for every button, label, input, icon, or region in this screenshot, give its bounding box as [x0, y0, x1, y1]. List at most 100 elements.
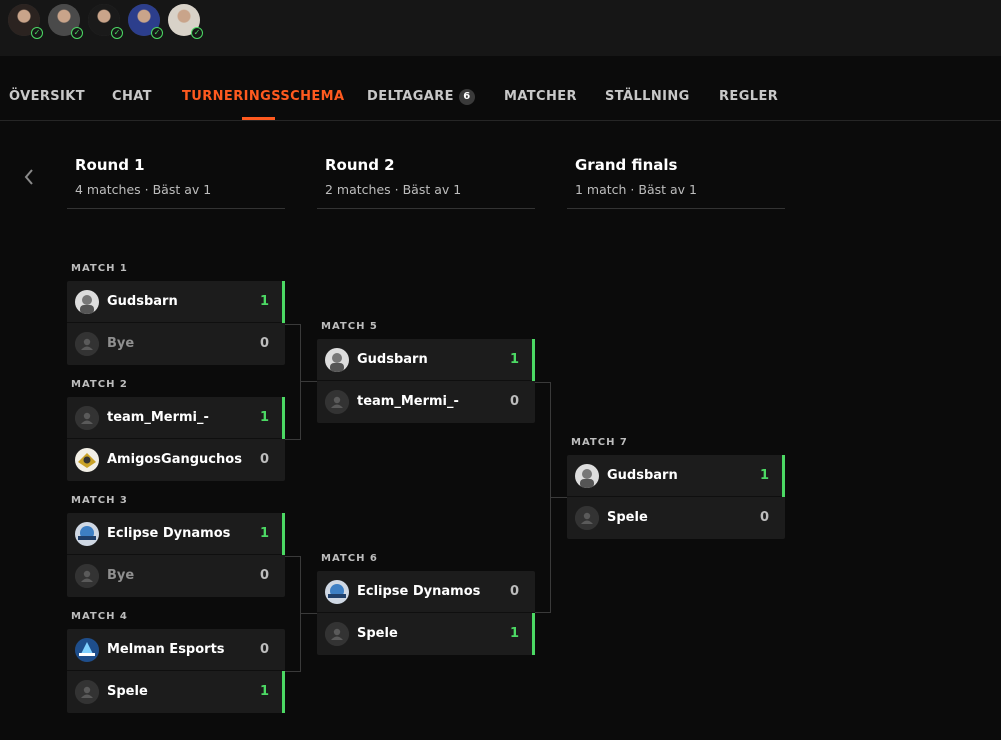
- team-name: Gudsbarn: [357, 352, 428, 367]
- team-logo: [75, 448, 99, 472]
- team-logo: [75, 680, 99, 704]
- team-logo: [75, 638, 99, 662]
- team-logo: [75, 522, 99, 546]
- team-logo: [75, 332, 99, 356]
- round-subtitle: 4 matches · Bäst av 1: [75, 182, 212, 197]
- team-row[interactable]: Spele 1: [317, 613, 535, 655]
- team-score: 1: [759, 468, 769, 483]
- team-row[interactable]: Eclipse Dynamos 1: [67, 513, 285, 555]
- team-score: 0: [259, 568, 269, 583]
- team-name: Spele: [607, 510, 648, 525]
- tab-oversikt[interactable]: ÖVERSIKT: [9, 89, 85, 104]
- team-row[interactable]: Gudsbarn 1: [567, 455, 785, 497]
- chevron-left-icon[interactable]: [22, 166, 40, 188]
- avatar[interactable]: ✓: [168, 4, 203, 39]
- team-name: Bye: [107, 568, 135, 583]
- team-name: team_Mermi_-: [107, 410, 209, 425]
- team-score: 0: [259, 336, 269, 351]
- bracket-connector: [285, 556, 301, 672]
- team-row[interactable]: Bye 0: [67, 555, 285, 597]
- bracket-connector: [301, 613, 317, 614]
- check-icon: ✓: [191, 27, 203, 39]
- team-logo: [325, 390, 349, 414]
- team-row[interactable]: Spele 0: [567, 497, 785, 539]
- avatar[interactable]: ✓: [8, 4, 43, 39]
- participant-count-badge: 6: [458, 89, 475, 105]
- team-row[interactable]: Gudsbarn 1: [317, 339, 535, 381]
- match-label: MATCH 3: [71, 495, 128, 506]
- team-row[interactable]: Melman Esports 0: [67, 629, 285, 671]
- team-score: 0: [259, 642, 269, 657]
- team-name: Bye: [107, 336, 135, 351]
- round-header-3: Grand finals 1 match · Bäst av 1: [567, 154, 785, 209]
- tab-chat[interactable]: CHAT: [112, 89, 152, 104]
- round-title: Round 1: [75, 156, 145, 174]
- team-name: Eclipse Dynamos: [357, 584, 481, 599]
- bracket-connector: [301, 381, 317, 382]
- team-name: AmigosGanguchos: [107, 452, 242, 467]
- match-card[interactable]: Eclipse Dynamos 0 Spele 1: [317, 571, 535, 655]
- avatar[interactable]: ✓: [128, 4, 163, 39]
- match-card[interactable]: Gudsbarn 1 Bye 0: [67, 281, 285, 365]
- team-name: Spele: [107, 684, 148, 699]
- check-icon: ✓: [111, 27, 123, 39]
- tab-matcher[interactable]: MATCHER: [504, 89, 577, 104]
- team-logo: [75, 564, 99, 588]
- round-title: Grand finals: [575, 156, 678, 174]
- team-row[interactable]: Eclipse Dynamos 0: [317, 571, 535, 613]
- team-score: 1: [259, 294, 269, 309]
- team-name: Melman Esports: [107, 642, 225, 657]
- round-header-1: Round 1 4 matches · Bäst av 1: [67, 154, 285, 209]
- bracket-connector: [285, 324, 301, 440]
- team-score: 0: [259, 452, 269, 467]
- team-logo: [575, 506, 599, 530]
- team-row[interactable]: AmigosGanguchos 0: [67, 439, 285, 481]
- match-card[interactable]: Gudsbarn 1 Spele 0: [567, 455, 785, 539]
- tab-stallning[interactable]: STÄLLNING: [605, 89, 690, 104]
- tab-turneringsschema[interactable]: TURNERINGSSCHEMA: [182, 89, 344, 104]
- bracket-connector: [551, 497, 567, 498]
- team-logo: [575, 464, 599, 488]
- match-card[interactable]: team_Mermi_- 1 AmigosGanguchos 0: [67, 397, 285, 481]
- team-name: Spele: [357, 626, 398, 641]
- match-card[interactable]: Gudsbarn 1 team_Mermi_- 0: [317, 339, 535, 423]
- team-score: 0: [759, 510, 769, 525]
- match-label: MATCH 5: [321, 321, 378, 332]
- team-score: 1: [259, 410, 269, 425]
- active-tab-indicator: [242, 117, 275, 120]
- team-logo: [325, 622, 349, 646]
- team-row[interactable]: team_Mermi_- 0: [317, 381, 535, 423]
- round-header-2: Round 2 2 matches · Bäst av 1: [317, 154, 535, 209]
- check-icon: ✓: [31, 27, 43, 39]
- team-score: 0: [509, 394, 519, 409]
- match-label: MATCH 2: [71, 379, 128, 390]
- team-row[interactable]: Gudsbarn 1: [67, 281, 285, 323]
- tab-deltagare-label: DELTAGARE: [367, 89, 454, 104]
- round-title: Round 2: [325, 156, 395, 174]
- match-label: MATCH 1: [71, 263, 128, 274]
- match-card[interactable]: Eclipse Dynamos 1 Bye 0: [67, 513, 285, 597]
- team-name: Eclipse Dynamos: [107, 526, 231, 541]
- team-name: Gudsbarn: [107, 294, 178, 309]
- team-score: 0: [509, 584, 519, 599]
- tab-deltagare[interactable]: DELTAGARE 6: [367, 89, 475, 105]
- team-row[interactable]: Spele 1: [67, 671, 285, 713]
- tab-regler[interactable]: REGLER: [719, 89, 778, 104]
- team-logo: [75, 290, 99, 314]
- team-row[interactable]: Bye 0: [67, 323, 285, 365]
- check-icon: ✓: [151, 27, 163, 39]
- match-label: MATCH 4: [71, 611, 128, 622]
- team-logo: [325, 580, 349, 604]
- bracket-connector: [535, 382, 551, 613]
- round-subtitle: 1 match · Bäst av 1: [575, 182, 697, 197]
- team-logo: [325, 348, 349, 372]
- team-score: 1: [509, 352, 519, 367]
- avatar[interactable]: ✓: [48, 4, 83, 39]
- avatar[interactable]: ✓: [88, 4, 123, 39]
- team-score: 1: [259, 526, 269, 541]
- match-card[interactable]: Melman Esports 0 Spele 1: [67, 629, 285, 713]
- tab-bar: ÖVERSIKT CHAT TURNERINGSSCHEMA DELTAGARE…: [0, 56, 1001, 121]
- team-name: Gudsbarn: [607, 468, 678, 483]
- team-row[interactable]: team_Mermi_- 1: [67, 397, 285, 439]
- match-label: MATCH 7: [571, 437, 628, 448]
